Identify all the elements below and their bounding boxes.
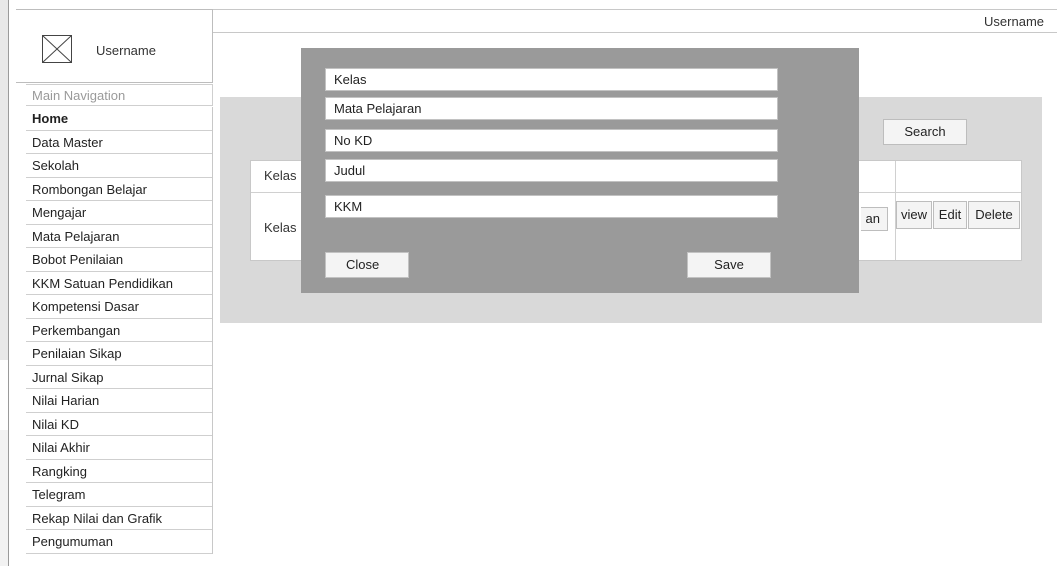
sidebar-item-rangking[interactable]: Rangking: [26, 460, 212, 483]
mata-pelajaran-field[interactable]: Mata Pelajaran: [325, 97, 778, 120]
sidebar-item-data-master[interactable]: Data Master: [26, 131, 212, 154]
view-button[interactable]: view: [896, 201, 932, 229]
sidebar-item-rombongan-belajar[interactable]: Rombongan Belajar: [26, 178, 212, 201]
header-username[interactable]: Username: [984, 14, 1044, 29]
delete-button[interactable]: Delete: [968, 201, 1020, 229]
kelas-field[interactable]: Kelas: [325, 68, 778, 91]
sidebar-item-pengumuman[interactable]: Pengumuman: [26, 530, 212, 554]
sidebar-item-bobot-penilaian[interactable]: Bobot Penilaian: [26, 248, 212, 272]
profile-username: Username: [96, 43, 156, 58]
edit-button[interactable]: Edit: [933, 201, 967, 229]
sidebar-item-nilai-kd[interactable]: Nilai KD: [26, 413, 212, 436]
close-button[interactable]: Close: [325, 252, 409, 278]
row-action-button[interactable]: an: [861, 207, 888, 231]
table-header-kelas: Kelas: [264, 168, 297, 183]
sidebar-item-kkm-satuan-pendidikan[interactable]: KKM Satuan Pendidikan: [26, 272, 212, 295]
avatar-placeholder-icon: [42, 35, 72, 63]
sidebar-item-telegram[interactable]: Telegram: [26, 483, 212, 507]
sidebar-item-mengajar[interactable]: Mengajar: [26, 201, 212, 225]
table-cell-kelas: Kelas: [264, 220, 297, 235]
judul-field[interactable]: Judul: [325, 159, 778, 182]
sidebar-item-perkembangan[interactable]: Perkembangan: [26, 319, 212, 342]
window-edge: [0, 0, 9, 566]
search-button[interactable]: Search: [883, 119, 967, 145]
save-button[interactable]: Save: [687, 252, 771, 278]
sidebar-item-nilai-akhir[interactable]: Nilai Akhir: [26, 436, 212, 460]
sidebar-item-nilai-harian[interactable]: Nilai Harian: [26, 389, 212, 413]
sidebar-item-rekap-nilai-dan-grafik[interactable]: Rekap Nilai dan Grafik: [26, 507, 212, 530]
top-bar: Username: [213, 9, 1057, 33]
kkm-field[interactable]: KKM: [325, 195, 778, 218]
sidebar-nav: Home Data Master Sekolah Rombongan Belaj…: [26, 107, 213, 554]
edge-divider: [8, 0, 9, 566]
main-navigation-label: Main Navigation: [26, 84, 213, 106]
sidebar-item-jurnal-sikap[interactable]: Jurnal Sikap: [26, 366, 212, 389]
sidebar-item-mata-pelajaran[interactable]: Mata Pelajaran: [26, 225, 212, 248]
sidebar-item-home[interactable]: Home: [26, 107, 212, 131]
user-profile: Username: [16, 9, 213, 83]
sidebar-item-sekolah[interactable]: Sekolah: [26, 154, 212, 178]
no-kd-field[interactable]: No KD: [325, 129, 778, 152]
sidebar-item-kompetensi-dasar[interactable]: Kompetensi Dasar: [26, 295, 212, 319]
sidebar-item-penilaian-sikap[interactable]: Penilaian Sikap: [26, 342, 212, 366]
